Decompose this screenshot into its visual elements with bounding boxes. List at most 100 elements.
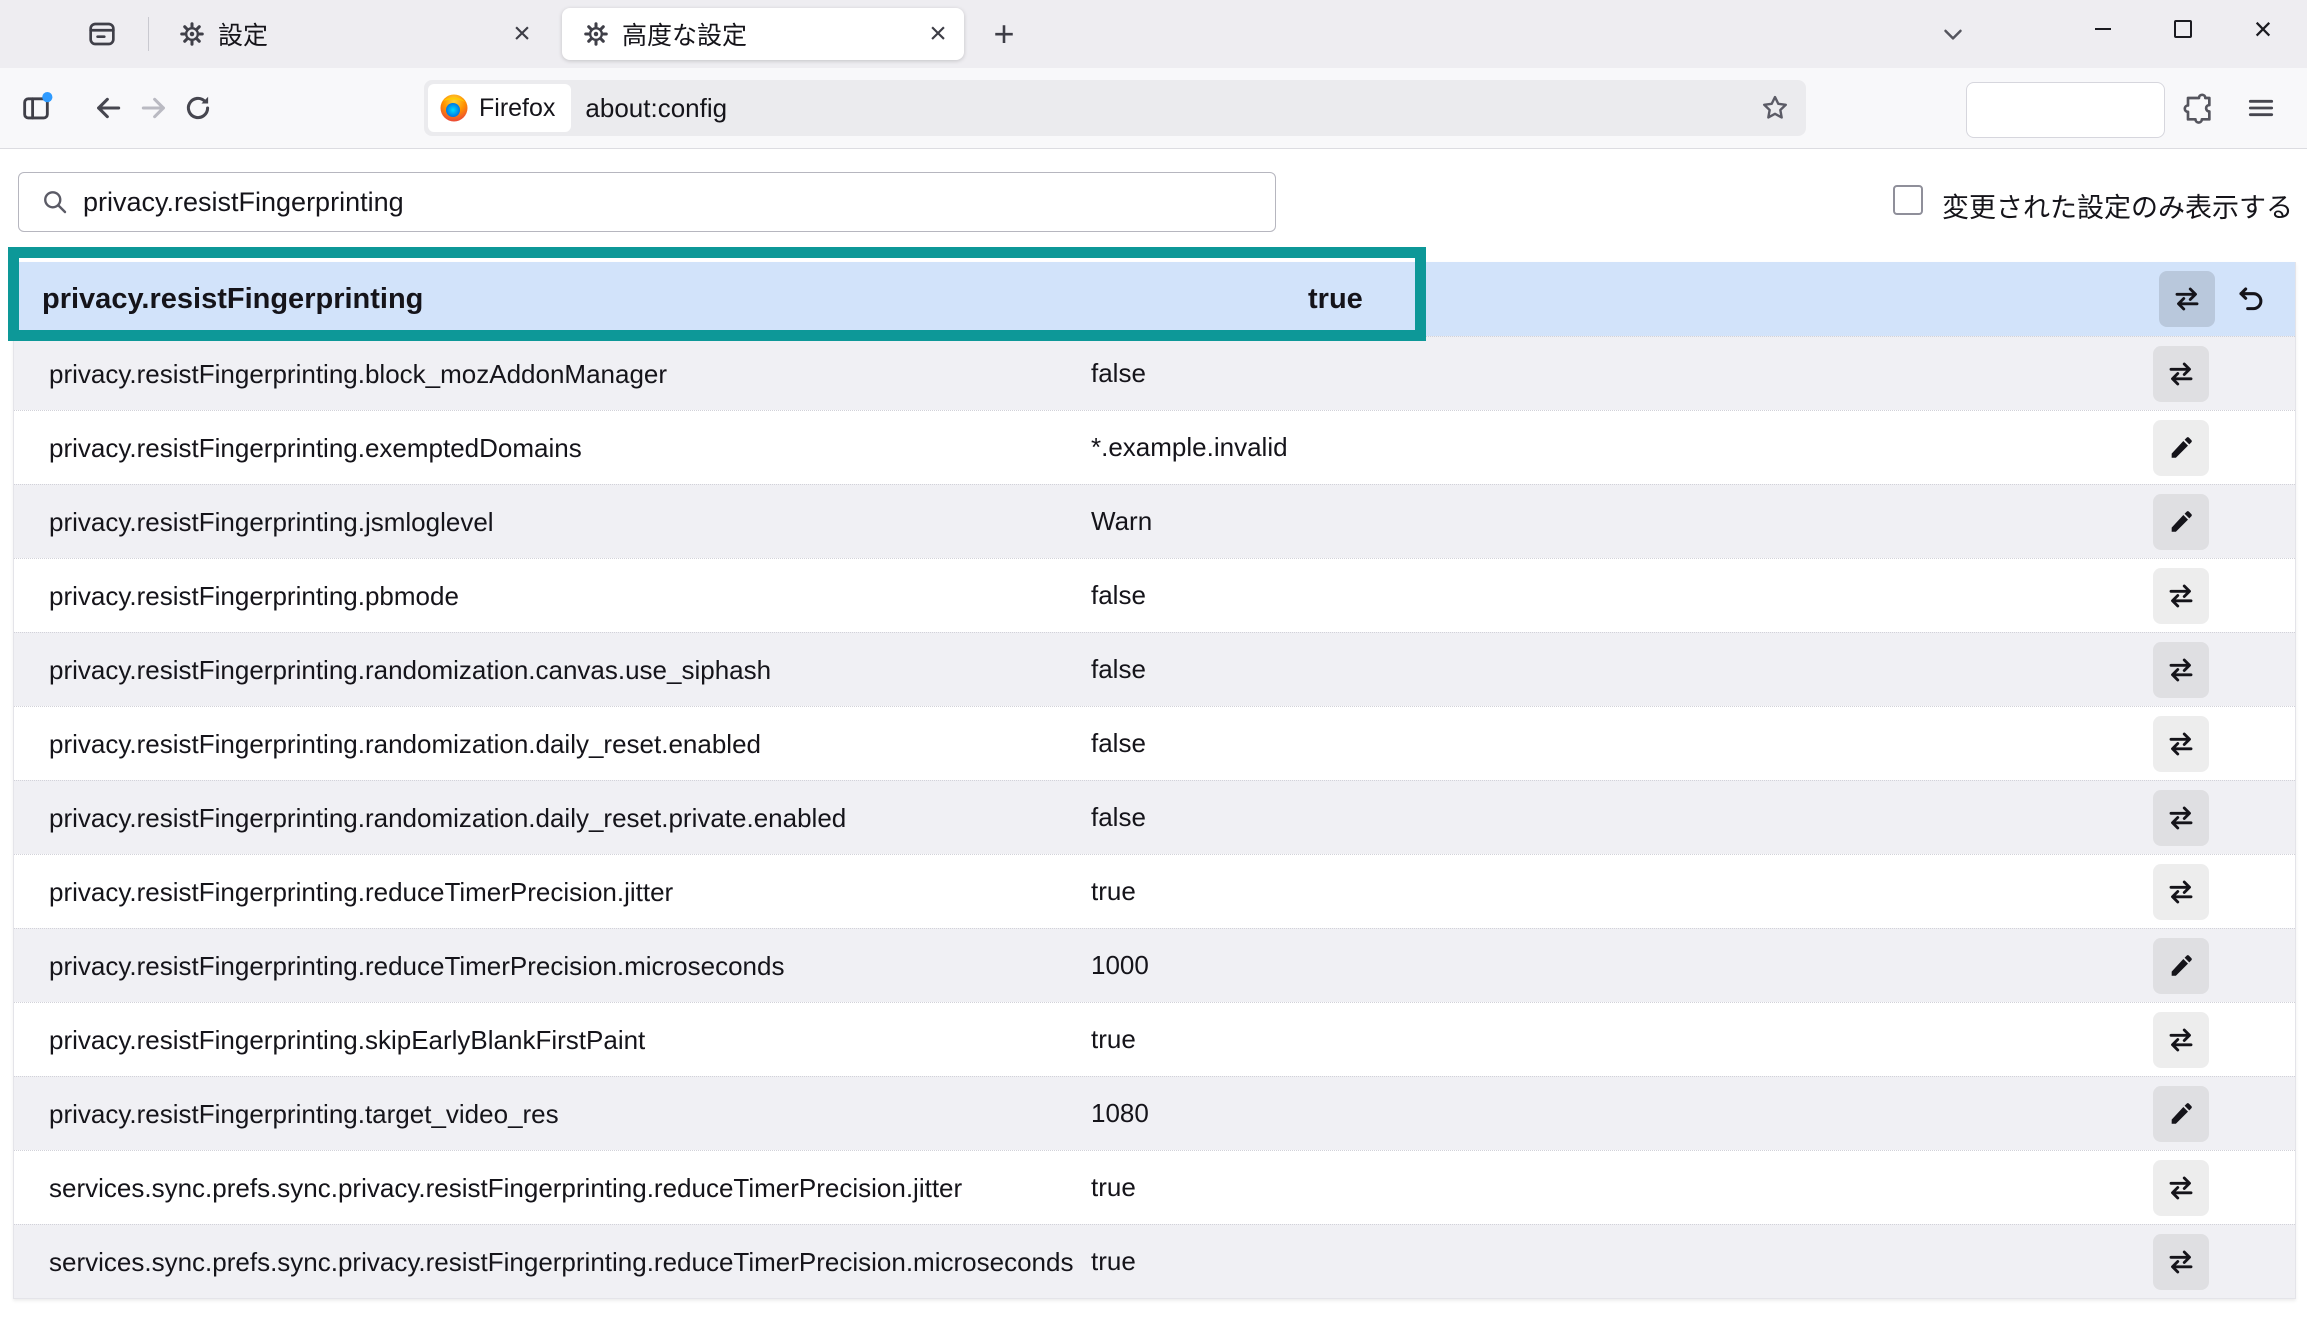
show-modified-only-label: 変更された設定のみ表示する [1942,186,2293,225]
navigation-toolbar: Firefox about:config [0,68,2307,149]
app-menu-button[interactable] [2238,86,2284,130]
toggle-arrows-icon [2166,581,2196,611]
tab-separator [148,17,149,51]
maximize-icon [2174,20,2192,38]
toggle-arrows-icon [2166,1025,2196,1055]
toolbar-placeholder-box[interactable] [1966,82,2165,138]
pref-row[interactable]: privacy.resistFingerprinting.skipEarlyBl… [14,1002,2295,1076]
identity-chip-label: Firefox [479,94,555,123]
reload-button[interactable] [176,86,220,130]
pref-row[interactable]: services.sync.prefs.sync.privacy.resistF… [14,1224,2295,1298]
toggle-arrows-icon [2166,655,2196,685]
pencil-icon [2167,952,2195,980]
pref-name: privacy.resistFingerprinting.block_mozAd… [49,348,1091,400]
pref-name: privacy.resistFingerprinting.randomizati… [49,718,1091,770]
pref-value: 1080 [1091,1098,2295,1129]
toggle-arrows-icon [2166,1247,2196,1277]
star-icon [1759,92,1791,124]
pref-search-input[interactable] [18,172,1276,232]
forward-button[interactable] [132,86,176,130]
edit-pref-button[interactable] [2153,1086,2209,1142]
new-tab-button[interactable]: + [983,14,1025,54]
pref-row[interactable]: privacy.resistFingerprinting.block_mozAd… [14,336,2295,410]
pref-row[interactable]: privacy.resistFingerprinting.reduceTimer… [14,928,2295,1002]
tab-advanced-settings[interactable]: 高度な設定 × [562,8,964,60]
back-arrow-icon [92,92,124,124]
tab-settings-close-icon[interactable]: × [504,16,540,52]
pref-row-selected[interactable]: privacy.resistFingerprinting true [14,262,2295,336]
edit-pref-button[interactable] [2153,420,2209,476]
pref-row[interactable]: services.sync.prefs.sync.privacy.resistF… [14,1150,2295,1224]
toggle-arrows-icon [2166,803,2196,833]
pref-row[interactable]: privacy.resistFingerprinting.reduceTimer… [14,854,2295,928]
pref-name: privacy.resistFingerprinting.pbmode [49,570,1091,622]
identity-chip[interactable]: Firefox [428,84,571,132]
toggle-pref-button[interactable] [2153,1012,2209,1068]
firefox-view-icon [86,18,118,50]
pref-name: privacy.resistFingerprinting.reduceTimer… [49,940,1091,992]
pref-row[interactable]: privacy.resistFingerprinting.randomizati… [14,706,2295,780]
pref-row[interactable]: privacy.resistFingerprinting.randomizati… [14,632,2295,706]
pref-name: privacy.resistFingerprinting.exemptedDom… [49,422,1091,474]
pref-row[interactable]: privacy.resistFingerprinting.jsmloglevel… [14,484,2295,558]
pref-row[interactable]: privacy.resistFingerprinting.pbmode fals… [14,558,2295,632]
extensions-button[interactable] [2176,86,2220,130]
pref-row[interactable]: privacy.resistFingerprinting.exemptedDom… [14,410,2295,484]
pref-value: false [1091,358,2295,389]
window-minimize-button[interactable] [2080,6,2126,52]
window-maximize-button[interactable] [2160,6,2206,52]
toggle-pref-button[interactable] [2153,790,2209,846]
toggle-arrows-icon [2166,359,2196,389]
toggle-pref-button[interactable] [2159,271,2215,327]
bookmark-button[interactable] [1752,86,1798,130]
pref-row[interactable]: privacy.resistFingerprinting.target_vide… [14,1076,2295,1150]
reset-pref-button[interactable] [2227,271,2275,327]
edit-pref-button[interactable] [2153,494,2209,550]
edit-pref-button[interactable] [2153,938,2209,994]
pref-row[interactable]: privacy.resistFingerprinting.randomizati… [14,780,2295,854]
toggle-pref-button[interactable] [2153,642,2209,698]
toggle-pref-button[interactable] [2153,568,2209,624]
pref-search [18,172,1276,232]
window-close-button[interactable]: × [2240,6,2286,52]
firefox-view-button[interactable] [82,14,122,54]
tab-settings[interactable]: 設定 × [158,8,548,60]
undo-arrow-icon [2235,283,2267,315]
pencil-icon [2167,434,2195,462]
pref-name: privacy.resistFingerprinting.randomizati… [49,792,1091,844]
toggle-arrows-icon [2166,1173,2196,1203]
url-bar[interactable]: Firefox about:config [424,80,1806,136]
gear-icon [178,20,206,48]
toggle-pref-button[interactable] [2153,1234,2209,1290]
pref-value: 1000 [1091,950,2295,981]
pref-name: privacy.resistFingerprinting.randomizati… [49,644,1091,696]
sidebar-icon [19,91,53,125]
pref-value: false [1091,654,2295,685]
pref-name: privacy.resistFingerprinting [42,273,423,325]
puzzle-piece-icon [2182,92,2214,124]
gear-icon [582,20,610,48]
toggle-pref-button[interactable] [2153,716,2209,772]
minimize-icon [2095,28,2111,30]
pref-value: true [1091,1024,2295,1055]
tab-advanced-settings-close-icon[interactable]: × [920,16,956,52]
pref-value: true [1308,283,1363,316]
hamburger-icon [2245,92,2277,124]
toggle-arrows-icon [2166,877,2196,907]
toggle-pref-button[interactable] [2153,346,2209,402]
prefs-list: privacy.resistFingerprinting true [13,262,2296,1299]
toggle-arrows-icon [2166,729,2196,759]
toggle-pref-button[interactable] [2153,864,2209,920]
pref-value: *.example.invalid [1091,432,2295,463]
notification-dot [42,92,52,102]
list-all-tabs-button[interactable] [1932,14,1974,54]
forward-arrow-icon [138,92,170,124]
pref-name: privacy.resistFingerprinting.target_vide… [49,1088,1091,1140]
sidebar-button[interactable] [14,86,58,130]
chevron-down-icon [1938,19,1968,49]
toggle-pref-button[interactable] [2153,1160,2209,1216]
pref-value: true [1091,1246,2295,1277]
pref-name: privacy.resistFingerprinting.jsmloglevel [49,496,1091,548]
back-button[interactable] [86,86,130,130]
show-modified-only-checkbox[interactable] [1893,185,1923,215]
